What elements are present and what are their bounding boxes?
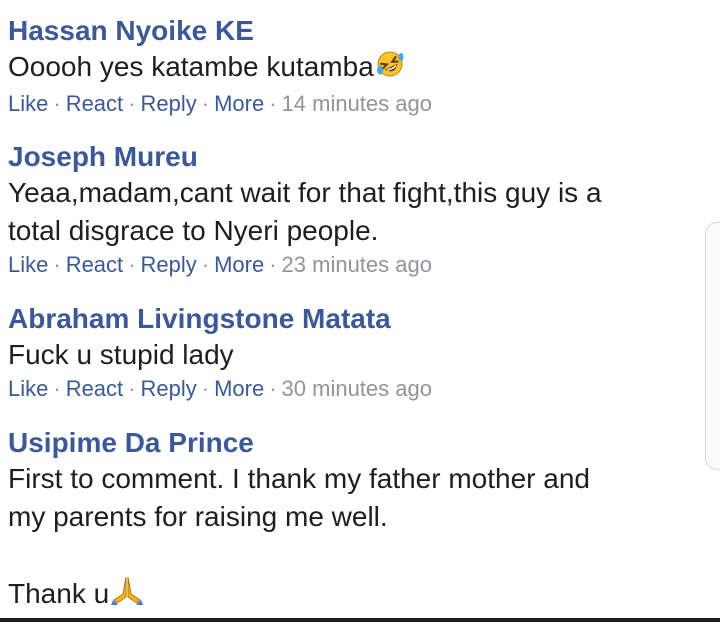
comment-actions: Like · React · Reply · More · 23 minutes ago (8, 250, 696, 280)
react-link[interactable]: React (66, 91, 123, 116)
comment-timestamp: 23 minutes ago (281, 252, 432, 277)
more-link[interactable]: More (214, 376, 264, 401)
scrollbar[interactable] (705, 222, 720, 470)
separator: · (128, 252, 136, 277)
like-link[interactable]: Like (8, 91, 48, 116)
comment-author[interactable]: Abraham Livingstone Matata (8, 302, 696, 336)
separator: · (201, 376, 210, 401)
like-link[interactable]: Like (8, 252, 48, 277)
separator: · (53, 252, 61, 277)
separator: · (201, 252, 210, 277)
comment-line: Fuck u stupid lady (8, 339, 234, 370)
comment-body: Ooooh yes katambe kutamba (8, 48, 696, 89)
comment-line: Ooooh yes katambe kutamba (8, 51, 374, 82)
comment-timestamp: 30 minutes ago (281, 376, 432, 401)
more-link[interactable]: More (214, 91, 264, 116)
comment-actions: Like · React · Reply · More · 14 minutes ago (8, 89, 696, 119)
comment-author[interactable]: Hassan Nyoike KE (8, 14, 696, 48)
react-link[interactable]: React (66, 376, 123, 401)
comment-author[interactable]: Joseph Mureu (8, 140, 696, 174)
bottom-bar (0, 618, 720, 622)
comment: Usipime Da Prince First to comment. I th… (8, 426, 696, 616)
reply-link[interactable]: Reply (141, 252, 197, 277)
reply-link[interactable]: Reply (141, 376, 197, 401)
comment-body: Yeaa,madam,cant wait for that fight,this… (8, 174, 696, 250)
comment-actions: Like · React · Reply · More · 30 minutes ago (8, 374, 696, 404)
rolling-laughing-emoji-icon (374, 49, 406, 89)
comment: Abraham Livingstone Matata Fuck u stupid… (8, 302, 696, 404)
comment: Hassan Nyoike KE Ooooh yes katambe kutam… (8, 14, 696, 119)
separator: · (269, 91, 277, 116)
separator: · (53, 376, 61, 401)
comment-line-blank (8, 536, 696, 574)
more-link[interactable]: More (214, 252, 264, 277)
comment-line: Thank u (8, 578, 110, 609)
comment: Joseph Mureu Yeaa,madam,cant wait for th… (8, 140, 696, 280)
separator: · (201, 91, 210, 116)
like-link[interactable]: Like (8, 376, 48, 401)
comment-author[interactable]: Usipime Da Prince (8, 426, 696, 460)
separator: · (128, 91, 136, 116)
separator: · (269, 376, 277, 401)
comment-body: Fuck u stupid lady (8, 336, 696, 374)
comment-line: my parents for raising me well. (8, 501, 388, 532)
comment-body: First to comment. I thank my father moth… (8, 460, 696, 616)
comment-line: Yeaa,madam,cant wait for that fight,this… (8, 177, 602, 208)
separator: · (53, 91, 61, 116)
comment-line: First to comment. I thank my father moth… (8, 463, 590, 494)
separator: · (128, 376, 136, 401)
reply-link[interactable]: Reply (141, 91, 197, 116)
react-link[interactable]: React (66, 252, 123, 277)
separator: · (269, 252, 277, 277)
folded-hands-emoji-icon (109, 574, 145, 616)
comment-line: total disgrace to Nyeri people. (8, 215, 379, 246)
comment-timestamp: 14 minutes ago (281, 91, 432, 116)
